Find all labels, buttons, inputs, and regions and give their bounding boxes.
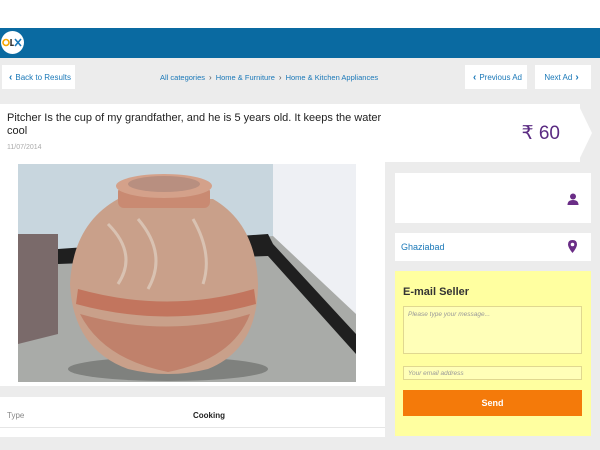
previous-ad-label: Previous Ad [479, 72, 523, 82]
price-tab-arrow [578, 104, 592, 162]
next-ad-button[interactable]: Next Ad › [535, 65, 591, 89]
detail-type-label: Type [7, 411, 25, 420]
detail-type-value: Cooking [193, 411, 225, 420]
navigation-bar: ‹ Back to Results All categories › Home … [0, 58, 600, 104]
message-textarea[interactable]: Please type your message... [403, 306, 582, 354]
details-panel: Type Cooking [0, 397, 385, 437]
seller-panel [395, 173, 591, 223]
ad-date: 11/07/2014 [7, 144, 42, 151]
seller-location[interactable]: Ghaziabad [401, 242, 445, 252]
chevron-right-icon: › [209, 73, 212, 82]
back-to-results-button[interactable]: ‹ Back to Results [2, 65, 75, 89]
back-label: Back to Results [15, 72, 71, 82]
send-button[interactable]: Send [403, 390, 582, 416]
site-header [0, 28, 600, 58]
chevron-left-icon: ‹ [472, 71, 477, 83]
price-panel: ₹ 60 [385, 104, 580, 162]
breadcrumb-home-furniture[interactable]: Home & Furniture [216, 73, 275, 82]
next-ad-label: Next Ad [544, 72, 573, 82]
email-address-input[interactable]: Your email address [403, 366, 582, 380]
chevron-left-icon: ‹ [9, 71, 13, 83]
ad-price: ₹ 60 [521, 123, 560, 144]
map-pin-icon [568, 240, 577, 258]
user-icon [567, 192, 579, 210]
breadcrumb: All categories › Home & Furniture › Home… [160, 73, 378, 82]
olx-logo[interactable] [1, 31, 24, 54]
chevron-right-icon: › [278, 73, 282, 82]
location-panel: Ghaziabad [395, 233, 591, 261]
ad-title-panel: Pitcher Is the cup of my grandfather, an… [0, 104, 385, 162]
ad-title: Pitcher Is the cup of my grandfather, an… [7, 112, 382, 137]
divider [0, 427, 385, 428]
photo-panel [0, 162, 385, 386]
breadcrumb-kitchen-appliances[interactable]: Home & Kitchen Appliances [286, 73, 379, 82]
email-seller-title: E-mail Seller [403, 286, 470, 298]
email-seller-panel: E-mail Seller Please type your message..… [395, 271, 591, 436]
ad-photo[interactable] [18, 164, 356, 382]
previous-ad-button[interactable]: ‹ Previous Ad [465, 65, 527, 89]
chevron-right-icon: › [575, 71, 579, 83]
breadcrumb-all-categories[interactable]: All categories [160, 73, 205, 82]
top-whitespace [0, 0, 600, 28]
